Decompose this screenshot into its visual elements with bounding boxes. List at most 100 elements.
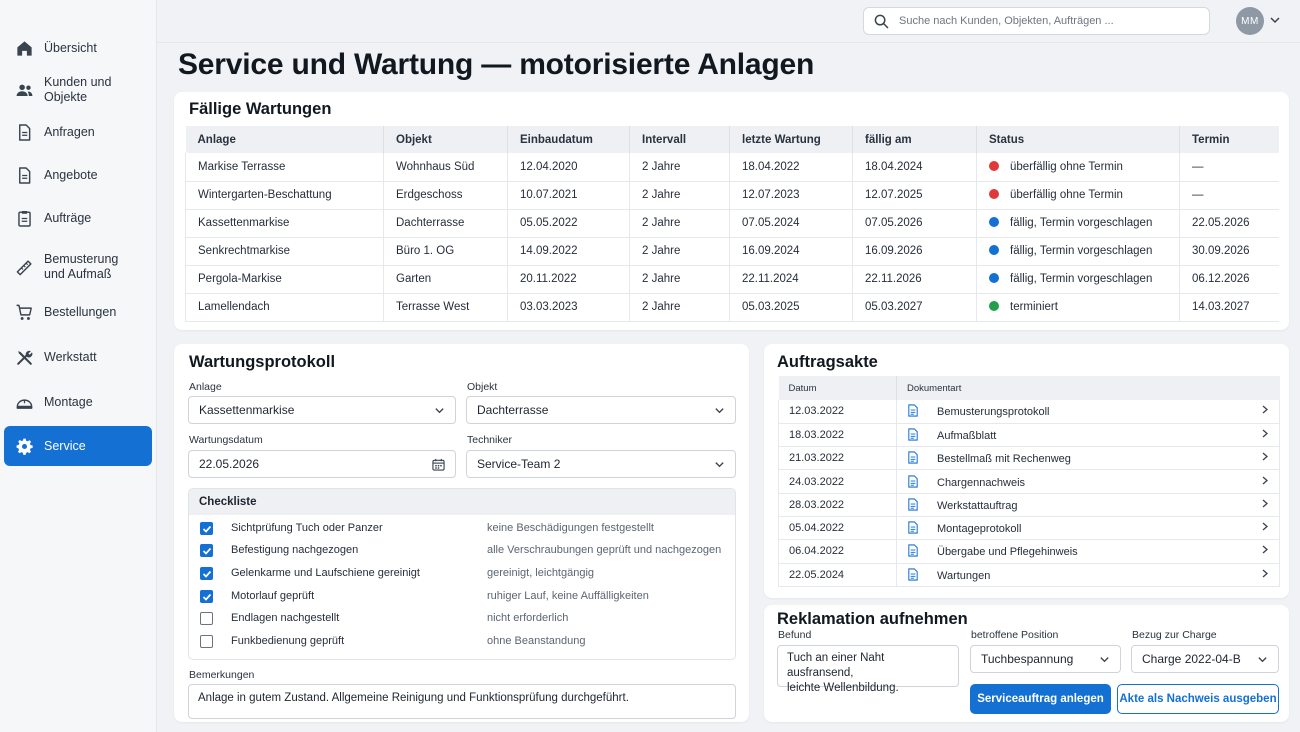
document-icon xyxy=(908,521,918,534)
position-select[interactable]: Tuchbespannung xyxy=(970,645,1121,673)
table-row[interactable]: Markise Terrasse Wohnhaus Süd 12.04.2020 2 … xyxy=(185,153,1279,182)
cell-anlage: Senkrechtmarkise xyxy=(185,237,384,266)
cell-objekt: Erdgeschoss xyxy=(383,181,508,210)
table-row[interactable]: Kassettenmarkise Dachterrasse 05.05.2022 2 … xyxy=(185,209,1279,238)
cart-icon xyxy=(4,303,44,322)
cell-datum: 18.03.2022 xyxy=(778,423,897,448)
cell-letzte: 16.09.2024 xyxy=(729,237,853,266)
checkbox-checked[interactable] xyxy=(200,589,213,603)
column-header: Einbaudatum xyxy=(507,126,630,153)
gear-icon xyxy=(4,437,44,456)
position-label: betroffene Position xyxy=(971,629,1059,641)
checkbox-checked[interactable] xyxy=(200,521,213,535)
avatar[interactable]: MM xyxy=(1236,7,1264,35)
cell-anlage: Wintergarten-Beschattung xyxy=(185,181,384,210)
sidebar-item-angebote[interactable]: Angebote xyxy=(4,155,152,195)
create-service-order-button[interactable]: Serviceauftrag anlegen xyxy=(970,684,1111,714)
anlage-select[interactable]: Kassettenmarkise xyxy=(188,396,456,424)
order-file-table: Datum Dokumentart 12.03.2022 Bemusterungs… xyxy=(778,376,1281,587)
status-dot-icon xyxy=(989,273,999,283)
document-type: Werkstattauftrag xyxy=(937,499,1018,512)
status-text: fällig, Termin vorgeschlagen xyxy=(1010,273,1153,285)
sidebar-item-service[interactable]: Service xyxy=(4,426,152,466)
checkbox-unchecked[interactable] xyxy=(200,634,213,648)
checklist-item-label: Gelenkarme und Laufschiene gereinigt xyxy=(231,567,420,579)
cell-faellig: 07.05.2026 xyxy=(852,209,977,238)
checkbox-unchecked[interactable] xyxy=(200,611,213,625)
befund-label: Befund xyxy=(778,629,812,641)
status-cell: fällig, Termin vorgeschlagen xyxy=(976,265,1180,294)
cell-intervall: 2 Jahre xyxy=(629,209,730,238)
column-header: Anlage xyxy=(185,126,384,153)
sidebar-item-label: Aufträge xyxy=(44,210,92,225)
page-title: Service und Wartung — motorisierte Anlag… xyxy=(178,48,815,81)
document-icon xyxy=(908,474,918,488)
row-open[interactable] xyxy=(1251,493,1281,517)
date-field[interactable]: 22.05.2026 xyxy=(188,450,456,478)
checklist-item-label: Motorlauf geprüft xyxy=(231,590,315,602)
row-open[interactable] xyxy=(1251,563,1281,587)
cell-intervall: 2 Jahre xyxy=(629,237,730,266)
row-open[interactable] xyxy=(1251,400,1281,424)
cell-einbau: 20.11.2022 xyxy=(507,265,630,294)
sidebar-item-montage[interactable]: Montage xyxy=(4,382,152,422)
checkbox-checked[interactable] xyxy=(200,566,213,580)
status-dot-icon xyxy=(989,301,999,311)
table-row[interactable]: Senkrechtmarkise Büro 1. OG 14.09.2022 2 Ja… xyxy=(185,237,1279,266)
chevron-right-icon xyxy=(1262,569,1269,578)
status-text: überfällig ohne Termin xyxy=(1010,160,1123,173)
sidebar-item-kunden[interactable]: Kunden und Objekte xyxy=(4,70,152,110)
status-text: überfällig ohne Termin xyxy=(1010,189,1123,201)
table-row[interactable]: Wintergarten-Beschattung Erdgeschoss 10.07… xyxy=(185,181,1279,210)
technician-value: Service-Team 2 xyxy=(477,457,561,471)
table-row[interactable]: 24.03.2022 Chargennachweis xyxy=(778,469,1281,494)
table-row[interactable]: 18.03.2022 Aufmaßblatt xyxy=(778,423,1281,448)
checklist-item: Endlagen nachgestellt nicht erforderlich xyxy=(189,607,735,629)
row-open[interactable] xyxy=(1251,539,1281,564)
export-file-button[interactable]: Akte als Nachweis ausgeben xyxy=(1117,684,1279,714)
calendar-icon[interactable] xyxy=(432,458,445,471)
row-open[interactable] xyxy=(1251,469,1281,494)
sidebar-item-bestellungen[interactable]: Bestellungen xyxy=(4,292,152,332)
row-open[interactable] xyxy=(1251,446,1281,471)
sidebar-item-anfragen[interactable]: Anfragen xyxy=(4,112,152,152)
objekt-select[interactable]: Dachterrasse xyxy=(466,396,736,424)
table-row[interactable]: 06.04.2022 Übergabe und Pflegehinweis xyxy=(778,539,1281,564)
row-open[interactable] xyxy=(1251,516,1281,541)
row-open[interactable] xyxy=(1251,423,1281,448)
check-icon xyxy=(202,593,212,601)
remarks-textarea[interactable]: Anlage in gutem Zustand. Allgemeine Rein… xyxy=(188,684,736,719)
checkbox-checked[interactable] xyxy=(200,543,213,557)
technician-select[interactable]: Service-Team 2 xyxy=(466,450,736,478)
table-row[interactable]: 12.03.2022 Bemusterungsprotokoll xyxy=(778,400,1281,424)
charge-select[interactable]: Charge 2022-04-B xyxy=(1131,645,1279,673)
sidebar-item-werkstatt[interactable]: Werkstatt xyxy=(4,337,152,377)
befund-textarea[interactable]: Tuch an einer Naht ausfransend, leichte … xyxy=(777,645,959,694)
status-dot-icon xyxy=(989,160,999,171)
cell-objekt: Wohnhaus Süd xyxy=(383,153,508,182)
status-cell: fällig, Termin vorgeschlagen xyxy=(976,209,1180,238)
top-bar: Suche nach Kunden, Objekten, Aufträgen .… xyxy=(157,0,1300,43)
status-cell: überfällig ohne Termin xyxy=(976,181,1180,210)
cell-intervall: 2 Jahre xyxy=(629,181,730,210)
sidebar-item-aufträge[interactable]: Aufträge xyxy=(4,198,152,238)
table-row[interactable]: Pergola-Markise Garten 20.11.2022 2 Jahre 22… xyxy=(185,265,1279,294)
status-cell: terminiert xyxy=(976,293,1180,322)
table-row[interactable]: Lamellendach Terrasse West 03.03.2023 2 Jah… xyxy=(185,293,1279,322)
cell-objekt: Terrasse West xyxy=(383,293,508,322)
check-icon xyxy=(202,525,212,533)
table-row[interactable]: 05.04.2022 Montageprotokoll xyxy=(778,516,1281,541)
sidebar-item-bemusterung[interactable]: Bemusterung und Aufmaß xyxy=(4,244,152,290)
chevron-down-icon[interactable] xyxy=(1269,14,1281,26)
sidebar-item-übersicht[interactable]: Übersicht xyxy=(4,28,152,68)
table-row[interactable]: 21.03.2022 Bestellmaß mit Rechenweg xyxy=(778,446,1281,471)
checklist-item: Sichtprüfung Tuch oder Panzer keine Besch… xyxy=(189,517,735,539)
sidebar-item-label: Service xyxy=(44,438,86,453)
table-row[interactable]: 22.05.2024 Wartungen xyxy=(778,563,1281,587)
ruler-icon xyxy=(4,258,44,277)
chevron-down-icon xyxy=(715,462,724,468)
chevron-right-icon xyxy=(1262,452,1269,461)
table-row[interactable]: 28.03.2022 Werkstattauftrag xyxy=(778,493,1281,517)
search-input[interactable]: Suche nach Kunden, Objekten, Aufträgen .… xyxy=(863,7,1210,35)
order-file-card: Auftragsakte Datum Dokumentart 12.03.202… xyxy=(764,344,1289,598)
